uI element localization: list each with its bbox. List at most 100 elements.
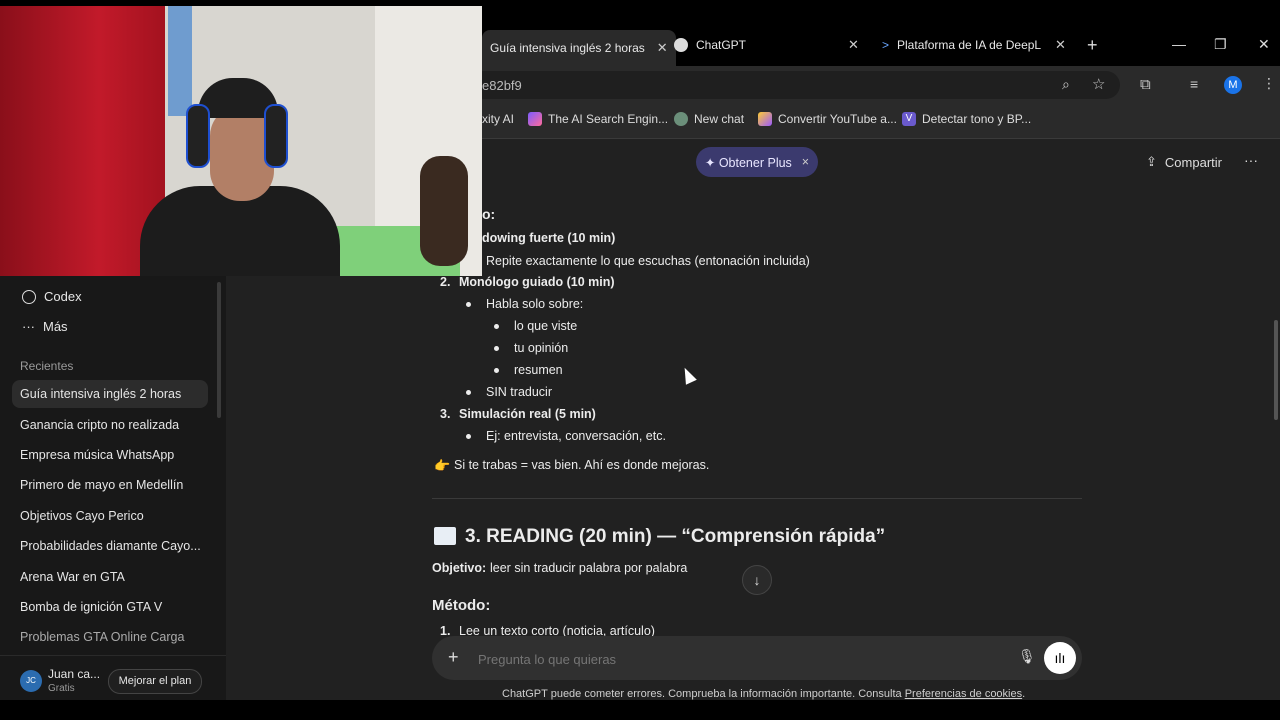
webcam-overlay <box>0 6 482 276</box>
method-heading: Método: <box>432 597 491 614</box>
recent-chat-item[interactable]: Problemas GTA Online Carga <box>12 623 208 651</box>
list-bullet-text: SIN traducir <box>486 385 552 399</box>
bullet-dot <box>494 346 499 351</box>
bookmark-detectar-tono[interactable]: V Detectar tono y BP... <box>902 112 1031 126</box>
tip-text: Si te trabas = vas bien. Ahí es donde me… <box>454 458 710 472</box>
tab-deepl[interactable]: > Plataforma de IA de DeepL ✕ <box>882 30 1070 60</box>
profile-avatar[interactable]: M <box>1224 76 1242 94</box>
bookmark-perplexity[interactable]: xity AI <box>482 112 514 126</box>
recent-chat-item[interactable]: Arena War en GTA <box>12 563 208 591</box>
tab-label: Plataforma de IA de DeepL <box>897 38 1042 52</box>
list-bullet-text: Ej: entrevista, conversación, etc. <box>486 429 666 443</box>
url-field[interactable]: e82bf9 ⌕ ☆ <box>470 71 1120 99</box>
user-name[interactable]: Juan ca... <box>48 667 100 681</box>
browser-menu-icon[interactable]: ⋮ <box>1262 75 1276 92</box>
voice-mode-icon[interactable]: ılı <box>1044 642 1076 674</box>
letterbox-bottom <box>0 700 1280 720</box>
scroll-down-arrow-icon[interactable]: ↓ <box>742 565 772 595</box>
sidebar-item-label: Codex <box>44 289 82 304</box>
close-window-button[interactable]: ✕ <box>1258 36 1270 53</box>
section-heading-partial: o: <box>482 206 496 222</box>
restore-button[interactable]: ❐ <box>1214 36 1227 53</box>
dismiss-plus-icon[interactable]: × <box>802 155 809 169</box>
plus-label: ✦ Obtener Plus <box>704 155 792 170</box>
sidebar-divider <box>0 655 226 656</box>
tab-chatgpt[interactable]: ChatGPT ✕ <box>674 30 862 60</box>
extensions-icon[interactable]: ⧉ <box>1140 76 1151 93</box>
bullet-dot <box>466 390 471 395</box>
prompt-input[interactable] <box>476 648 960 670</box>
list-bullet-text: Habla solo sobre: <box>486 297 584 311</box>
sidebar-item-label: Más <box>43 319 68 334</box>
new-tab-button[interactable]: + <box>1087 35 1098 56</box>
recents-heading: Recientes <box>20 359 74 373</box>
bullet-dot <box>494 324 499 329</box>
headphone-left <box>186 104 210 168</box>
share-button[interactable]: ⇪ Compartir <box>1146 154 1222 170</box>
main-scrollbar[interactable] <box>1274 320 1278 420</box>
bookmark-label: xity AI <box>482 112 515 126</box>
close-tab-icon[interactable]: ✕ <box>1055 37 1066 53</box>
recent-chat-item[interactable]: Empresa música WhatsApp <box>12 441 208 469</box>
open-book-icon <box>434 527 456 545</box>
bookmark-star-icon[interactable]: ☆ <box>1092 75 1105 93</box>
recent-chat-item[interactable]: Ganancia cripto no realizada <box>12 411 208 439</box>
minimize-button[interactable]: — <box>1172 36 1186 52</box>
objective-label: Objetivo: <box>432 561 487 575</box>
sidebar-item-more[interactable]: ··· Más <box>22 319 68 334</box>
user-avatar[interactable]: JC <box>20 670 42 692</box>
sidebar-scrollbar[interactable] <box>217 282 221 418</box>
recent-chat-item[interactable]: Primero de mayo en Medellín <box>12 471 208 499</box>
bookmark-new-chat[interactable]: New chat <box>674 112 744 126</box>
cookie-preferences-link[interactable]: Preferencias de cookies <box>905 688 1022 700</box>
bookmark-label: Convertir YouTube a... <box>778 112 897 126</box>
close-tab-icon[interactable]: ✕ <box>848 37 859 53</box>
bullet-dot <box>466 302 471 307</box>
media-control-icon[interactable]: ≡ <box>1190 76 1198 92</box>
list-item-title: Monólogo guiado (10 min) <box>459 275 615 289</box>
sub-bullet-text: lo que viste <box>514 319 578 333</box>
ai-search-icon <box>528 112 542 126</box>
hanging-cloth <box>168 6 192 116</box>
recent-chat-item[interactable]: Probabilidades diamante Cayo... <box>12 532 208 560</box>
list-number: 3. <box>440 407 451 421</box>
message-composer[interactable]: + 🎙 ılı <box>432 636 1082 680</box>
bookmark-label: The AI Search Engin... <box>548 112 669 126</box>
more-options-button[interactable]: ··· <box>1244 152 1258 168</box>
recent-chat-item[interactable]: Guía intensiva inglés 2 horas <box>12 380 208 408</box>
bookmark-label: New chat <box>694 112 745 126</box>
disclaimer-end: . <box>1022 688 1026 700</box>
deepl-favicon-icon: > <box>882 38 890 52</box>
tab-label: Guía intensiva inglés 2 horas <box>490 41 645 55</box>
disclaimer-text: ChatGPT puede cometer errores. Comprueba… <box>502 688 905 700</box>
upgrade-plan-button[interactable]: Mejorar el plan <box>108 669 202 694</box>
list-item-title: Simulación real (5 min) <box>459 407 596 421</box>
section-divider <box>432 498 1082 499</box>
pointing-hand-icon: 👉 <box>434 458 451 473</box>
bullet-dot <box>494 368 499 373</box>
user-plan: Gratis <box>48 683 75 694</box>
more-dots-icon: ··· <box>22 319 35 334</box>
zoom-icon[interactable]: ⌕ <box>1062 76 1070 93</box>
microphone-icon[interactable]: 🎙 <box>1018 648 1036 665</box>
add-attachment-icon[interactable]: + <box>448 647 459 668</box>
chatgpt-favicon-icon <box>674 38 688 52</box>
bookmark-convertir-youtube[interactable]: Convertir YouTube a... <box>758 112 897 126</box>
list-bullet-text: Repite exactamente lo que escuchas (ento… <box>486 254 810 268</box>
v-logo-icon: V <box>902 112 916 126</box>
reading-section-heading: 3. READING (20 min) — “Comprensión rápid… <box>465 526 886 547</box>
converter-icon <box>758 112 772 126</box>
tab-label: ChatGPT <box>696 38 747 52</box>
sidebar-item-codex[interactable]: Codex <box>22 289 82 304</box>
mic-stand <box>420 156 468 266</box>
obtener-plus-button[interactable]: ✦ Obtener Plus × <box>696 147 818 177</box>
recent-chat-item[interactable]: Objetivos Cayo Perico <box>12 502 208 530</box>
share-icon: ⇪ <box>1146 154 1157 169</box>
list-item-title: dowing fuerte (10 min) <box>482 231 616 245</box>
url-text: e82bf9 <box>482 78 522 93</box>
recent-chat-item[interactable]: Bomba de ignición GTA V <box>12 593 208 621</box>
close-tab-icon[interactable]: ✕ <box>657 40 668 56</box>
tab-guia-intensiva[interactable]: Guía intensiva inglés 2 horas ✕ <box>482 30 676 66</box>
sub-bullet-text: resumen <box>514 363 563 377</box>
bookmark-ai-search[interactable]: The AI Search Engin... <box>528 112 668 126</box>
